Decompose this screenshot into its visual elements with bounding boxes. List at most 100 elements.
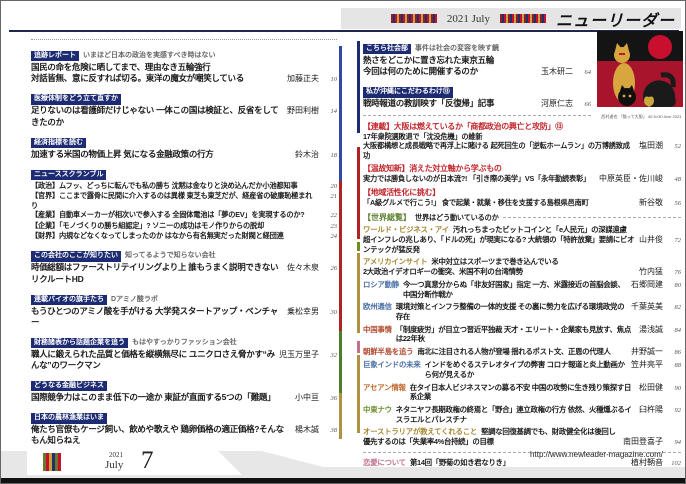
toc-section: 財務諸表から話題企業を追うもはやすっかりファッション会社 職人に鍛えられた品質と…	[31, 331, 337, 371]
series-name: オーストラリアが教えてくれること	[363, 427, 477, 437]
world-item: 欧州通信環境対策とインフラ整備の一体的支援 その裏に勢力を広げる環境政党の存在千…	[363, 302, 681, 321]
series-name: 朝鮮半島を追う	[363, 347, 413, 357]
series-name: 中国事情	[363, 325, 392, 335]
article-page: 10	[323, 76, 337, 84]
series-name: 欧州通信	[363, 302, 392, 312]
article-line: 実力では勝負しないのが日本流?! 「引き際の美学」VS「永年勤続表彰」	[363, 174, 595, 183]
toc-section-news-scramble: ニューススクランブル 【政治】ムフッ、どっちに転んでも私の勝ち 沈黙は金なりと決…	[31, 163, 337, 241]
section-color-bar	[357, 242, 360, 251]
article-line: インドをめぐるステレオタイプの弊害 コロナ報道と炎上動画から何が見えるか	[425, 360, 627, 379]
world-heading-text: 世界はどう動いているのか	[415, 213, 499, 222]
article-author: 乗松幸男	[287, 307, 319, 317]
article-author: 楊木誠	[295, 425, 319, 435]
article-line: 第14回「野菊の如き君なりき」	[410, 458, 627, 468]
article-line: 「A級グルメで行こう!」 食で起業・就業・移住を支援する島根県邑南町	[363, 198, 635, 207]
toc-section: こちら社会部事件は社会の変容を映す鏡 熱さをどこかに置き忘れた東京五輪 今回は何…	[363, 37, 591, 77]
world-section-heading: 【世界総覧】 世界はどう動いているのか	[363, 213, 681, 223]
toc-section: 経済指標を読む 加速する米国の物価上昇 気になる金融政策の行方鈴木治18	[31, 131, 337, 160]
article-page: 72	[667, 237, 681, 245]
article-title: 足りないのは看護師だけじゃない 一体この国は検証と、反省をしてきたのか	[31, 105, 283, 127]
footer-issue-number: 7	[141, 447, 154, 475]
toc-section: 連載バイオの旗手たち Dアミノ酸ラボ もうひとつのアミノ酸を手がける 大学発スター…	[31, 288, 337, 328]
section-tag: この会社のここが知りたい	[31, 251, 121, 261]
series-name: アセアン情報	[363, 383, 406, 393]
article-line: 米中対立はスポーツまで巻き込んでいる	[431, 257, 681, 267]
article-line: 2大政治イデオロギーの衝突、米国不利の台湾情勢	[363, 267, 635, 277]
feature-label: 【地域活性化に挑む】	[363, 187, 681, 198]
section-tag: 財務諸表から話題企業を追う	[31, 338, 128, 348]
article-title: 今回は何のために開催するのか	[363, 66, 537, 77]
divider-bar	[339, 331, 342, 393]
article-line: 堅調な回復基調でも、財政健全化は後回し	[481, 427, 681, 437]
article-page: 22	[323, 212, 337, 220]
section-tag: 私が沖縄にこだわるわけ⑬	[363, 87, 453, 97]
divider-bar	[339, 46, 342, 181]
article-author: 新谷敬	[639, 198, 663, 208]
world-item: アメリカインサイト米中対立はスポーツまで巻き込んでいる 2大政治イデオロギーの衝…	[363, 257, 681, 277]
article-author: 佐々木泉	[287, 263, 319, 273]
article-author: 山井俊	[639, 235, 663, 245]
article-page: 21	[323, 193, 337, 201]
section-tagline: Dアミノ酸ラボ	[111, 296, 158, 303]
series-name: 巨象インドの未来	[363, 360, 421, 370]
issue-date: 2021 July	[447, 13, 490, 25]
article-line: 南北に注目される人物が登場 揺れるポスト文、正恩の代理人	[417, 347, 627, 357]
article-title: 戦時報道の教訓映す「反復帰」記事	[363, 98, 537, 109]
world-item: 中東ナウネタニヤフ長期政権の終焉と「野合」連立政権の行方 依然、火種燻ぶるイスラ…	[363, 405, 681, 424]
magazine-toc-page: 2021 July ニューリーダー 西村達也 「猫って大胆」 40.5×30.0…	[0, 0, 686, 484]
stripe-decoration-icon	[500, 14, 546, 23]
toc-section: 医療体制をどう立て直すか 足りないのは看護師だけじゃない 一体この国は検証と、反…	[31, 87, 337, 127]
article-page: 66	[577, 101, 591, 109]
section-tag: こちら社会部	[363, 44, 411, 54]
magazine-logo: ニューリーダー	[556, 7, 675, 31]
article-page: 14	[323, 108, 337, 116]
article-line: 超インフレの兆しあり、「ドルの死」が現実になる? 大統領の「特許放棄」要請にビオ…	[363, 235, 635, 254]
section-tag: 追跡レポート	[31, 51, 79, 61]
section-tagline: もはやすっかりファッション会社	[132, 339, 237, 346]
article-page: 24	[323, 233, 337, 241]
world-item: オーストラリアが教えてくれること堅調な回復基調でも、財政健全化は後回し 優先する…	[363, 427, 681, 447]
article-line: 在タイ日本人ビジネスマンの募る不安 中国の攻勢に生き残り策探す日系企業	[410, 383, 635, 402]
news-item: 【財界】内規などなくなってしまったのか はなから有名無実だった財閥と経団連	[31, 231, 319, 240]
article-line: 今一つ真意分からぬ「非友好国家」指定 一方、米露接近の首脳会談、中国分断作戦か	[403, 280, 627, 299]
section-color-bar	[357, 253, 360, 333]
series-name: 中東ナウ	[363, 405, 392, 415]
article-page: 20	[323, 183, 337, 191]
series-name: アメリカインサイト	[363, 257, 427, 267]
article-title: もうひとつのアミノ酸を手がける 大学発スタートアップ・ベンチャー	[31, 306, 283, 328]
article-title: 対話皆無、意に反すれば切る。東洋の魔女が嘲笑している	[31, 73, 283, 84]
article-line: 環境対策とインフラ整備の一体的支援 その裏に勢力を広げる環境政党の存在	[396, 302, 627, 321]
section-tagline: 知ってるようで知らない会社	[125, 252, 216, 259]
feature-label: 【温故知新】消えた対立軸から学ぶもの	[363, 163, 681, 174]
article-page: 80	[667, 282, 681, 290]
article-title: 加速する米国の物価上昇 気になる金融政策の行方	[31, 149, 291, 160]
article-page: 36	[323, 395, 337, 403]
article-page: 38	[323, 427, 337, 435]
news-item: 【産業】自動車メーカーが相次いで参入する 全固体電池は「夢のEV」を実現するのか…	[31, 210, 319, 219]
article-author: 鈴木治	[295, 150, 319, 160]
bottom-border-bar	[1, 478, 686, 483]
world-item: ワールド・ビジネス・アイ汚れっちまったビットコインと「e人民元」の深謀遠慮 超イ…	[363, 225, 681, 254]
dashed-rule	[503, 217, 681, 218]
toc-section: どうなる金融ビジネス 国際競争力はこのまま低下の一途か 東証が直面する5つの「難…	[31, 374, 337, 403]
article-author: 加藤正夫	[287, 74, 319, 84]
article-page: 52	[667, 143, 681, 151]
world-item: ロシア動静今一つ真意分からぬ「非友好国家」指定 一方、米露接近の首脳会談、中国分…	[363, 280, 681, 299]
divider-bar	[339, 393, 342, 439]
magazine-url-link[interactable]: http://www.newleader-magazine.com/	[530, 450, 663, 459]
section-color-bar	[357, 147, 360, 239]
section-tag: 連載バイオの旗手たち	[31, 295, 107, 305]
world-item: 朝鮮半島を追う南北に注目される人物が登場 揺れるポスト文、正恩の代理人井野誠一8…	[363, 347, 681, 357]
article-line: 汚れっちまったビットコインと「e人民元」の深謀遠慮	[453, 225, 681, 235]
article-line: 17年衆院選敗退で「沈没危機」の維新	[363, 132, 681, 141]
article-author: 塩田潮	[639, 141, 663, 151]
article-line: 優先するのは「失業率4%台持続」の目標	[363, 437, 619, 447]
article-author: 井野誠一	[631, 347, 663, 357]
toc-section: 追跡レポートいまほど日本の政治を実感すべき時はない 国民の命を危険に晒してまで、…	[31, 44, 337, 84]
news-item: 【官界】ここまで露骨に民間に介入するのは異様 東芝も東芝だが、経産省の破廉恥極ま…	[31, 191, 319, 210]
article-author: 中原英臣・佐川峻	[599, 174, 663, 184]
article-page: 18	[323, 152, 337, 160]
article-page: 64	[577, 69, 591, 77]
article-page: 30	[323, 309, 337, 317]
world-item: アセアン情報在タイ日本人ビジネスマンの募る不安 中国の攻勢に生き残り策探す日系企…	[363, 383, 681, 402]
